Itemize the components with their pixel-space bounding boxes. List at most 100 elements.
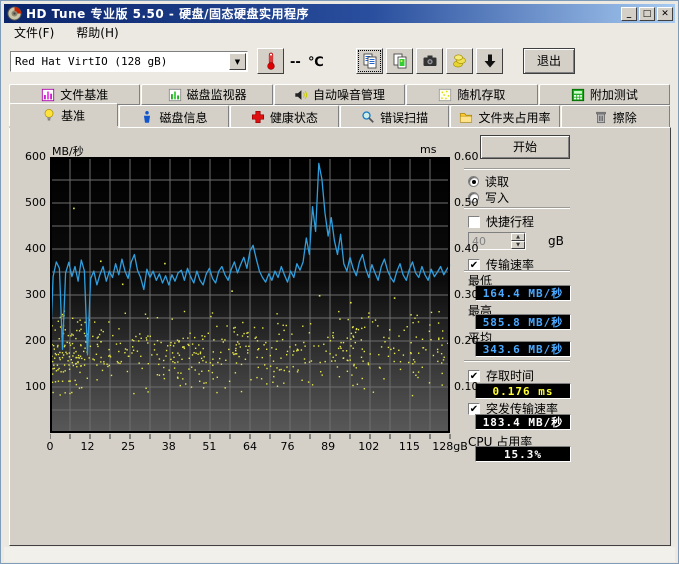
spin-down-icon[interactable]: ▼ <box>511 241 525 249</box>
tab-health[interactable]: 健康状态 <box>230 105 339 128</box>
tab-label: 擦除 <box>613 109 637 126</box>
write-label: 写入 <box>485 189 509 206</box>
window-title: HD Tune 专业版 5.50 - 硬盘/固态硬盘实用程序 <box>26 5 309 22</box>
tab-aam[interactable]: 自动噪音管理 <box>274 84 405 105</box>
spin-up-icon[interactable]: ▲ <box>511 233 525 241</box>
read-radio[interactable] <box>468 176 479 187</box>
x-axis-tick: 115 <box>387 440 431 453</box>
folder-icon <box>459 110 473 124</box>
temperature-unit: ℃ <box>308 55 324 70</box>
left-axis-tick: 600 <box>14 150 46 163</box>
max-value: 585.8 MB/秒 <box>475 314 571 330</box>
tab-row-secondary: 文件基准 磁盘监视器 自动噪音管理 随机存取 <box>9 84 671 105</box>
benchmark-plot <box>50 157 451 441</box>
camera-icon <box>422 53 438 69</box>
drive-select[interactable]: Red Hat VirtIO (128 gB) ▼ <box>10 51 248 72</box>
burst-rate-checkbox[interactable]: ✔ <box>468 403 480 415</box>
menu-help[interactable]: 帮助(H) <box>72 23 122 42</box>
tab-disk-info[interactable]: 磁盘信息 <box>119 105 228 128</box>
health-cross-icon <box>251 110 265 124</box>
transfer-checkbox[interactable]: ✔ <box>468 259 480 271</box>
screenshot-button[interactable] <box>416 48 443 74</box>
file-benchmark-icon <box>41 88 55 102</box>
shortstroke-label: 快捷行程 <box>486 213 534 230</box>
left-axis-tick: 300 <box>14 288 46 301</box>
avg-value: 343.6 MB/秒 <box>475 341 571 357</box>
menubar: 文件(F) 帮助(H) <box>4 23 675 42</box>
temperature-value: -- <box>290 55 301 70</box>
tab-label: 磁盘信息 <box>159 109 207 126</box>
tab-error-scan[interactable]: 错误扫描 <box>340 105 449 128</box>
right-axis-tick: 0.20 <box>454 334 488 347</box>
right-axis-tick: 0.60 <box>454 150 488 163</box>
x-axis-tick: 89 <box>306 440 350 453</box>
tab-label: 随机存取 <box>457 86 505 103</box>
titlebar[interactable]: HD Tune 专业版 5.50 - 硬盘/固态硬盘实用程序 _ □ ✕ <box>4 4 675 23</box>
content-panel: MB/秒 ms 开始 读取 写入 快捷行程 40 ▲ ▼ gB ✔ <box>9 127 671 546</box>
x-axis-tick: 128gB <box>428 440 472 453</box>
donate-button[interactable] <box>446 48 473 74</box>
tab-label: 基准 <box>61 107 85 124</box>
tab-folder-usage[interactable]: 文件夹占用率 <box>450 105 559 128</box>
extra-tests-icon <box>571 88 585 102</box>
right-axis-unit: ms <box>420 143 436 156</box>
min-value: 164.4 MB/秒 <box>475 285 571 301</box>
tab-label: 附加测试 <box>590 86 638 103</box>
capacity-unit: gB <box>548 234 564 248</box>
access-time-label: 存取时间 <box>486 367 534 384</box>
tab-disk-monitor[interactable]: 磁盘监视器 <box>141 84 272 105</box>
start-button[interactable]: 开始 <box>480 135 570 159</box>
tab-erase[interactable]: 擦除 <box>561 105 670 128</box>
magnifier-icon <box>361 110 375 124</box>
tab-label: 磁盘监视器 <box>187 86 247 103</box>
info-icon <box>140 110 154 124</box>
drive-select-value: Red Hat VirtIO (128 gB) <box>11 55 229 68</box>
x-axis-tick: 102 <box>347 440 391 453</box>
exit-button[interactable]: 退出 <box>523 48 575 74</box>
x-axis-tick: 38 <box>147 440 191 453</box>
window-footer-space <box>4 547 675 562</box>
tab-label: 自动噪音管理 <box>313 86 385 103</box>
divider <box>464 360 570 362</box>
download-arrow-icon <box>482 53 498 69</box>
left-axis-tick: 100 <box>14 380 46 393</box>
read-radio-row[interactable]: 读取 <box>468 173 509 190</box>
disk-monitor-icon <box>168 88 182 102</box>
tab-benchmark[interactable]: 基准 <box>9 103 118 126</box>
save-results-button[interactable] <box>476 48 503 74</box>
copy-image-icon <box>392 53 408 69</box>
left-axis-tick: 200 <box>14 334 46 347</box>
left-axis-tick: 500 <box>14 196 46 209</box>
toolbar: Red Hat VirtIO (128 gB) ▼ -- ℃ <box>4 42 675 80</box>
tab-file-benchmark[interactable]: 文件基准 <box>9 84 140 105</box>
menu-file[interactable]: 文件(F) <box>10 23 58 42</box>
temperature-button[interactable] <box>257 48 284 74</box>
x-axis-tick: 25 <box>106 440 150 453</box>
maximize-button[interactable]: □ <box>639 7 655 21</box>
x-axis-tick: 76 <box>266 440 310 453</box>
app-window: HD Tune 专业版 5.50 - 硬盘/固态硬盘实用程序 _ □ ✕ 文件(… <box>0 0 679 564</box>
tab-random-access[interactable]: 随机存取 <box>406 84 537 105</box>
left-axis-tick: 400 <box>14 242 46 255</box>
tab-label: 文件夹占用率 <box>478 109 550 126</box>
minimize-button[interactable]: _ <box>621 7 637 21</box>
shortstroke-row[interactable]: 快捷行程 <box>468 213 534 230</box>
copy-image-button[interactable] <box>386 48 413 74</box>
close-button[interactable]: ✕ <box>657 7 673 21</box>
copy-text-button[interactable] <box>356 48 383 74</box>
thermometer-icon <box>263 52 279 70</box>
lightbulb-icon <box>42 108 56 122</box>
read-label: 读取 <box>485 173 509 190</box>
access-time-value: 0.176 ms <box>475 383 571 399</box>
tab-extra-tests[interactable]: 附加测试 <box>539 84 670 105</box>
app-icon <box>7 6 22 21</box>
chevron-down-icon[interactable]: ▼ <box>229 53 246 70</box>
burst-rate-value: 183.4 MB/秒 <box>475 414 571 430</box>
copy-text-icon <box>362 53 378 69</box>
right-axis-tick: 0.40 <box>454 242 488 255</box>
shortstroke-checkbox[interactable] <box>468 216 480 228</box>
right-axis-tick: 0.50 <box>454 196 488 209</box>
tab-label: 文件基准 <box>60 86 108 103</box>
random-access-icon <box>438 88 452 102</box>
tab-row-primary: 基准 磁盘信息 健康状态 错误扫描 <box>9 105 671 128</box>
